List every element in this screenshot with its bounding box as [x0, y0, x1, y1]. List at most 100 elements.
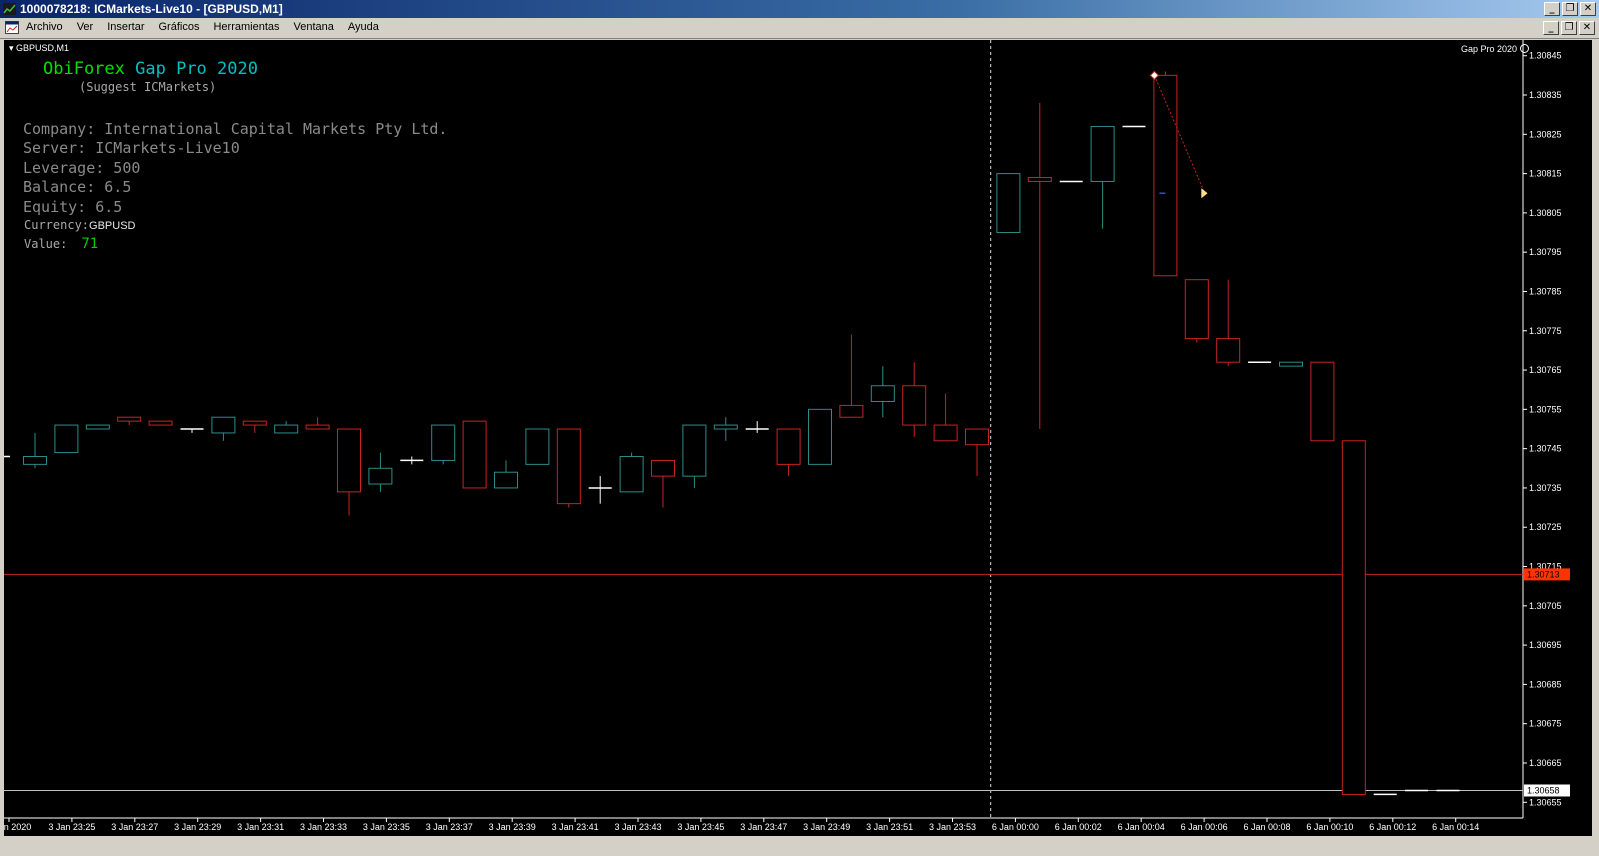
overlay-currency-label: Currency: — [24, 218, 90, 232]
symbol-label: ▾ GBPUSD,M1 — [9, 43, 70, 53]
candle-body — [54, 424, 79, 454]
candle-body — [933, 424, 958, 442]
candle-body — [619, 456, 644, 493]
candle-body — [996, 173, 1021, 234]
price-tick-label: 1.30685 — [1529, 679, 1562, 689]
candle-body — [1341, 440, 1366, 795]
price-tick-label: 1.30825 — [1529, 129, 1562, 139]
overlay-equity: Equity: 6.5 — [23, 198, 123, 216]
menu-ayuda[interactable]: Ayuda — [346, 21, 387, 33]
doc-close-button[interactable]: ✕ — [1579, 21, 1595, 35]
menu-insertar[interactable]: Insertar — [105, 21, 152, 33]
candle-body — [1027, 177, 1052, 182]
time-tick-label: 3 Jan 23:29 — [174, 822, 221, 832]
candle-body — [682, 424, 707, 477]
candle-body — [337, 428, 361, 493]
candle-body — [85, 424, 110, 430]
time-tick-label: 3 Jan 23:45 — [677, 822, 724, 832]
candle-body — [1279, 361, 1303, 367]
time-tick-label: 6 Jan 00:14 — [1432, 822, 1479, 832]
overlay-currency: Currency:GBPUSD — [24, 218, 136, 232]
close-button[interactable]: ✕ — [1580, 2, 1596, 16]
time-tick-label: 3 Jan 23:37 — [426, 822, 473, 832]
overlay-title-product: Gap Pro 2020 — [135, 59, 258, 79]
doc-minimize-button[interactable]: _ — [1543, 21, 1559, 35]
time-tick-label: 6 Jan 00:08 — [1243, 822, 1290, 832]
trade-close-marker — [1201, 188, 1208, 199]
time-tick-label: 6 Jan 00:10 — [1306, 822, 1353, 832]
menu-ver[interactable]: Ver — [75, 21, 102, 33]
menu-ventana[interactable]: Ventana — [292, 21, 342, 33]
candle-body — [1153, 74, 1178, 277]
candle-body — [651, 459, 675, 477]
menu-archivo[interactable]: Archivo — [24, 21, 71, 33]
overlay-value-label: Value: — [24, 237, 68, 251]
time-tick-label: 3 Jan 23:25 — [48, 822, 95, 832]
price-tick-label: 1.30815 — [1529, 169, 1562, 179]
indicator-smiley-icon — [1520, 44, 1529, 53]
menu-items: Archivo Ver Insertar Gráficos Herramient… — [24, 21, 391, 33]
overlay-subtitle: (Suggest ICMarkets) — [79, 80, 217, 94]
overlay-company: Company: International Capital Markets P… — [23, 120, 448, 138]
price-tick-label: 1.30675 — [1529, 719, 1562, 729]
minimize-button[interactable]: _ — [1544, 2, 1560, 16]
overlay-title-brand: ObiForex — [43, 59, 125, 79]
candle-body — [494, 471, 518, 489]
overlay-value: Value: 71 — [24, 236, 98, 252]
price-tick-label: 1.30695 — [1529, 640, 1562, 650]
candle-body — [211, 416, 236, 434]
time-tick-label: 6 Jan 00:06 — [1181, 822, 1228, 832]
window-controls: _ ❐ ✕ — [1544, 2, 1596, 16]
price-tick-label: 1.30845 — [1529, 51, 1562, 61]
time-tick-label: 6 Jan 00:00 — [992, 822, 1039, 832]
price-chart[interactable]: 1.30845 1.30835 1.30825 1.30815 1.30805 1.307… — [4, 40, 1592, 836]
doc-restore-button[interactable]: ❐ — [1561, 21, 1577, 35]
price-tick-label: 1.30705 — [1529, 601, 1562, 611]
price-tick-label: 1.30745 — [1529, 444, 1562, 454]
overlay-value-number: 71 — [81, 236, 99, 252]
candle-body — [556, 428, 581, 505]
time-tick-label: 3 Jan 23:43 — [614, 822, 661, 832]
candle-body — [242, 420, 267, 426]
price-tick-label: 1.30655 — [1529, 797, 1562, 807]
time-tick-label: 6 Jan 00:04 — [1118, 822, 1165, 832]
time-tick-label: 3 Jan 23:39 — [489, 822, 536, 832]
price-tick-label: 1.30765 — [1529, 365, 1562, 375]
symbol-text: GBPUSD,M1 — [16, 43, 70, 53]
candle-body — [525, 428, 550, 465]
candle-body — [148, 420, 173, 426]
indicator-label: Gap Pro 2020 — [1460, 44, 1517, 54]
candle-body — [965, 428, 989, 446]
time-tick-label: 3 Jan 23:31 — [237, 822, 284, 832]
price-tick-label: 1.30775 — [1529, 326, 1562, 336]
menu-herramientas[interactable]: Herramientas — [211, 21, 287, 33]
bid-price-tag-label: 1.30713 — [1527, 569, 1560, 579]
time-tick-label: 3 Jan 23:33 — [300, 822, 347, 832]
time-tick-label: 3 Jan 23:53 — [929, 822, 976, 832]
time-tick-label: 3 Jan 23:35 — [363, 822, 410, 832]
app-icon — [3, 3, 16, 15]
time-tick-label: 3 Jan 23:27 — [111, 822, 158, 832]
candle-body — [117, 416, 142, 422]
candle-body — [305, 424, 330, 430]
menu-graficos[interactable]: Gráficos — [157, 21, 208, 33]
document-controls: _ ❐ ✕ — [1543, 21, 1595, 35]
chart-area[interactable]: 1.30845 1.30835 1.30825 1.30815 1.30805 1.307… — [4, 40, 1592, 836]
time-tick-label: 3 Jan 23:51 — [866, 822, 913, 832]
candle-body — [713, 424, 738, 430]
candle-body — [839, 404, 864, 418]
candle-body — [1090, 125, 1115, 182]
candle-body — [1216, 338, 1241, 363]
candle-body — [776, 428, 801, 465]
menu-bar: Archivo Ver Insertar Gráficos Herramient… — [0, 18, 1599, 39]
candle-body — [1184, 279, 1209, 340]
price-tick-label: 1.30835 — [1529, 90, 1562, 100]
time-tick-label: 3 Jan 23:41 — [552, 822, 599, 832]
time-tick-label: 6 Jan 00:02 — [1055, 822, 1102, 832]
candle-body — [274, 424, 299, 434]
chart-window-icon[interactable] — [5, 21, 19, 34]
price-tick-label: 1.30795 — [1529, 247, 1562, 257]
price-tick-label: 1.30805 — [1529, 208, 1562, 218]
title-bar: 1000078218: ICMarkets-Live10 - [GBPUSD,M… — [0, 0, 1599, 18]
restore-button[interactable]: ❐ — [1562, 2, 1578, 16]
